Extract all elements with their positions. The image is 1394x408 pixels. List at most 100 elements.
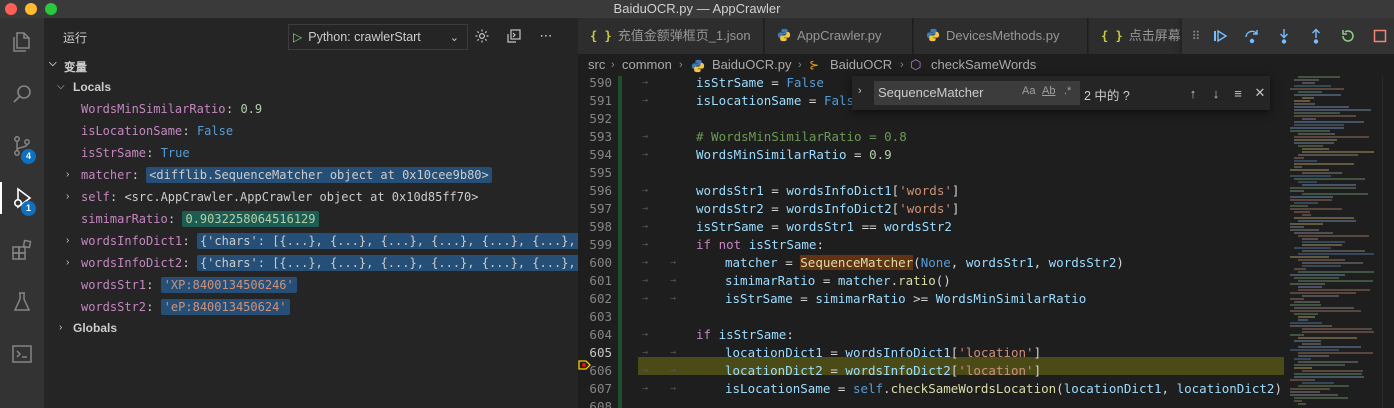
stop-icon[interactable] bbox=[1370, 26, 1390, 46]
variable-row[interactable]: wordsStr2: 'eP:840013450624' bbox=[44, 296, 578, 318]
more-actions-icon[interactable]: ⋯ bbox=[537, 27, 555, 45]
globals-label: Globals bbox=[73, 321, 118, 335]
whole-word-icon[interactable]: Ab bbox=[1042, 85, 1055, 97]
chevron-right-icon[interactable]: › bbox=[66, 164, 69, 186]
debug-console-icon[interactable] bbox=[505, 27, 523, 45]
breadcrumb-item[interactable]: src bbox=[588, 54, 605, 76]
whitespace-marker: → bbox=[642, 185, 649, 196]
close-icon[interactable]: ✕ bbox=[1251, 84, 1269, 102]
minimap-line bbox=[1294, 136, 1369, 138]
variables-section-header[interactable]: ⌵ 变量 bbox=[44, 55, 578, 77]
whitespace-marker: → bbox=[642, 77, 649, 88]
chevron-right-icon[interactable]: › bbox=[66, 252, 69, 274]
variable-row[interactable]: › self: <src.AppCrawler.AppCrawler object… bbox=[44, 186, 578, 208]
step-over-icon[interactable] bbox=[1242, 26, 1262, 46]
minimap-line bbox=[1298, 346, 1362, 348]
minimap-line bbox=[1298, 319, 1309, 321]
restart-icon[interactable] bbox=[1338, 26, 1358, 46]
terminal-icon[interactable] bbox=[0, 332, 44, 376]
variable-row[interactable]: isStrSame: True bbox=[44, 142, 578, 164]
step-into-icon[interactable] bbox=[1274, 26, 1294, 46]
minimap-line bbox=[1298, 154, 1359, 156]
variable-name: wordsInfoDict2 bbox=[81, 256, 183, 270]
line-number: 600 bbox=[589, 255, 612, 270]
code-line: 601 → → simimarRatio = matcher.ratio() bbox=[578, 272, 1286, 290]
previous-match-icon[interactable]: ↑ bbox=[1184, 84, 1202, 102]
minimap-line bbox=[1298, 316, 1315, 318]
zoom-window-button[interactable] bbox=[45, 3, 57, 15]
breadcrumb-item[interactable]: BaiduOCR.py bbox=[712, 54, 791, 76]
source-control-icon[interactable]: 4 bbox=[0, 124, 44, 168]
code-line: 602 → → isStrSame = simimarRatio >= WordsMi… bbox=[578, 290, 1286, 308]
variable-row[interactable]: WordsMinSimilarRatio: 0.9 bbox=[44, 98, 578, 120]
variable-row[interactable]: › matcher: <difflib.SequenceMatcher objec… bbox=[44, 164, 578, 186]
minimap[interactable] bbox=[1286, 76, 1382, 408]
chevron-right-icon[interactable]: › bbox=[66, 186, 69, 208]
breadcrumb-item[interactable]: BaiduOCR bbox=[830, 54, 892, 76]
regex-icon[interactable]: .* bbox=[1064, 85, 1071, 97]
explorer-icon[interactable] bbox=[0, 20, 44, 64]
minimap-line bbox=[1298, 181, 1317, 183]
minimize-window-button[interactable] bbox=[25, 3, 37, 15]
minimap-line bbox=[1294, 307, 1354, 309]
minimap-line bbox=[1298, 76, 1341, 78]
code-text: WordsMinSimilarRatio = 0.9 bbox=[696, 147, 892, 162]
minimap-line bbox=[1290, 391, 1320, 393]
title-bar: BaiduOCR.py — AppCrawler bbox=[0, 0, 1394, 18]
variable-row[interactable]: › wordsInfoDict1: {'chars': [{...}, {...}… bbox=[44, 230, 578, 252]
variables-header-label: 变量 bbox=[64, 62, 87, 74]
code-editor[interactable]: 590 → isStrSame = False 591 → isLocationSame … bbox=[578, 76, 1286, 408]
close-window-button[interactable] bbox=[5, 3, 17, 15]
run-debug-icon[interactable]: 1 bbox=[0, 176, 44, 220]
step-out-icon[interactable] bbox=[1306, 26, 1326, 46]
whitespace-marker: → bbox=[642, 221, 649, 232]
minimap-line bbox=[1290, 130, 1330, 132]
search-icon[interactable] bbox=[0, 72, 44, 116]
variable-row[interactable]: wordsStr1: 'XP:8400134506246' bbox=[44, 274, 578, 296]
minimap-line bbox=[1290, 256, 1329, 258]
chevron-right-icon[interactable]: › bbox=[66, 230, 69, 252]
breadcrumb-item[interactable]: checkSameWords bbox=[931, 54, 1036, 76]
variable-row[interactable]: › wordsInfoDict2: {'chars': [{...}, {...}… bbox=[44, 252, 578, 274]
tab-json-file[interactable]: { } 充值金额弹框页_1.json bbox=[578, 18, 764, 54]
drag-handle-icon[interactable]: ⠿ bbox=[1186, 26, 1206, 46]
minimap-line bbox=[1290, 199, 1333, 201]
variable-separator: : bbox=[182, 256, 197, 270]
minimap-line bbox=[1294, 85, 1331, 87]
minimap-line bbox=[1294, 268, 1306, 270]
toggle-replace-icon[interactable]: › bbox=[858, 85, 862, 97]
variable-row[interactable]: simimarRatio: 0.9032258064516129 bbox=[44, 208, 578, 230]
code-line: 594 → WordsMinSimilarRatio = 0.9 bbox=[578, 146, 1286, 164]
minimap-line bbox=[1294, 178, 1365, 180]
minimap-line bbox=[1290, 325, 1333, 327]
gear-icon[interactable] bbox=[473, 27, 491, 45]
code-text: wordsStr1 = wordsInfoDict1['words'] bbox=[696, 183, 960, 198]
tab-appcrawler[interactable]: AppCrawler.py bbox=[765, 18, 913, 54]
find-in-selection-icon[interactable]: ≡ bbox=[1229, 84, 1247, 102]
locals-scope[interactable]: ⌵ Locals bbox=[44, 76, 578, 98]
line-number: 591 bbox=[589, 93, 612, 108]
code-text: if isStrSame: bbox=[696, 327, 794, 342]
vertical-scrollbar[interactable] bbox=[1382, 76, 1394, 408]
editor-area: { } 充值金额弹框页_1.json AppCrawler.py DevicesM… bbox=[578, 18, 1394, 408]
tab-devicesmethods[interactable]: DevicesMethods.py bbox=[914, 18, 1088, 54]
breadcrumb-item[interactable]: common bbox=[622, 54, 672, 76]
match-case-icon[interactable]: Aa bbox=[1022, 85, 1035, 97]
variable-separator: : bbox=[168, 212, 183, 226]
start-debugging-icon[interactable]: ▷ bbox=[293, 30, 302, 44]
next-match-icon[interactable]: ↓ bbox=[1207, 84, 1225, 102]
minimap-line bbox=[1302, 343, 1322, 345]
whitespace-marker: → bbox=[642, 329, 649, 340]
minimap-line bbox=[1298, 289, 1370, 291]
debug-configuration-select[interactable]: ▷ Python: crawlerStart ⌄ bbox=[288, 24, 468, 50]
code-text: locationDict2 = wordsInfoDict2['location… bbox=[725, 363, 1042, 378]
continue-icon[interactable] bbox=[1210, 26, 1230, 46]
globals-scope[interactable]: › Globals bbox=[44, 317, 578, 339]
variable-row[interactable]: isLocationSame: False bbox=[44, 120, 578, 142]
whitespace-marker: → bbox=[642, 365, 649, 376]
minimap-line bbox=[1290, 304, 1322, 306]
minimap-line bbox=[1290, 88, 1345, 90]
minimap-line bbox=[1298, 271, 1374, 273]
testing-icon[interactable] bbox=[0, 280, 44, 324]
extensions-icon[interactable] bbox=[0, 228, 44, 272]
